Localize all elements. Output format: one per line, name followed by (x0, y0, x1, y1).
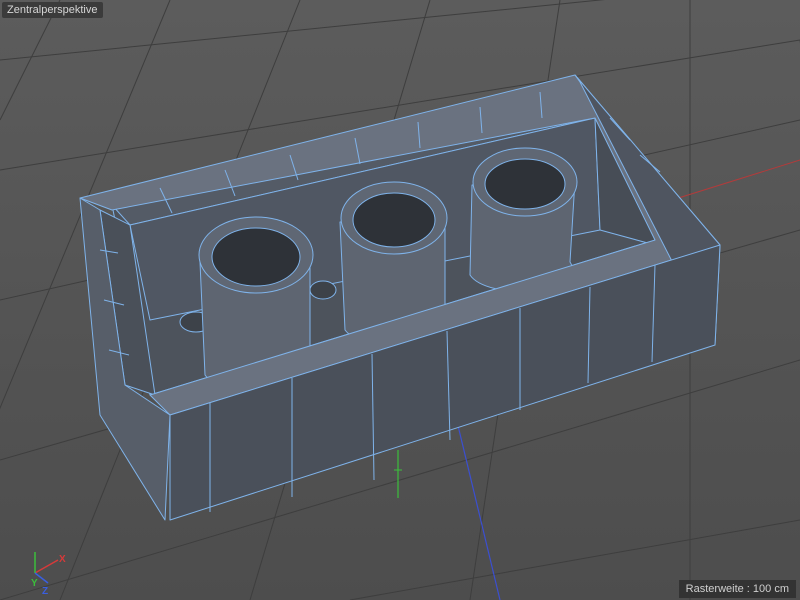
gizmo-y-label: Y (31, 578, 38, 589)
gizmo-x-label: X (59, 554, 66, 565)
pin-hole-mid (309, 280, 337, 300)
gizmo-x-line (34, 559, 59, 574)
view-title[interactable]: Zentralperspektive (2, 2, 103, 18)
grid-spacing-readout: Rasterweite : 100 cm (678, 580, 796, 598)
axis-gizmo: X Y Z (31, 552, 66, 597)
scene-canvas[interactable]: X Y Z (0, 0, 800, 600)
gizmo-z-label: Z (42, 586, 48, 597)
3d-viewport[interactable]: X Y Z Zentralperspektive Rasterweite : 1… (0, 0, 800, 600)
